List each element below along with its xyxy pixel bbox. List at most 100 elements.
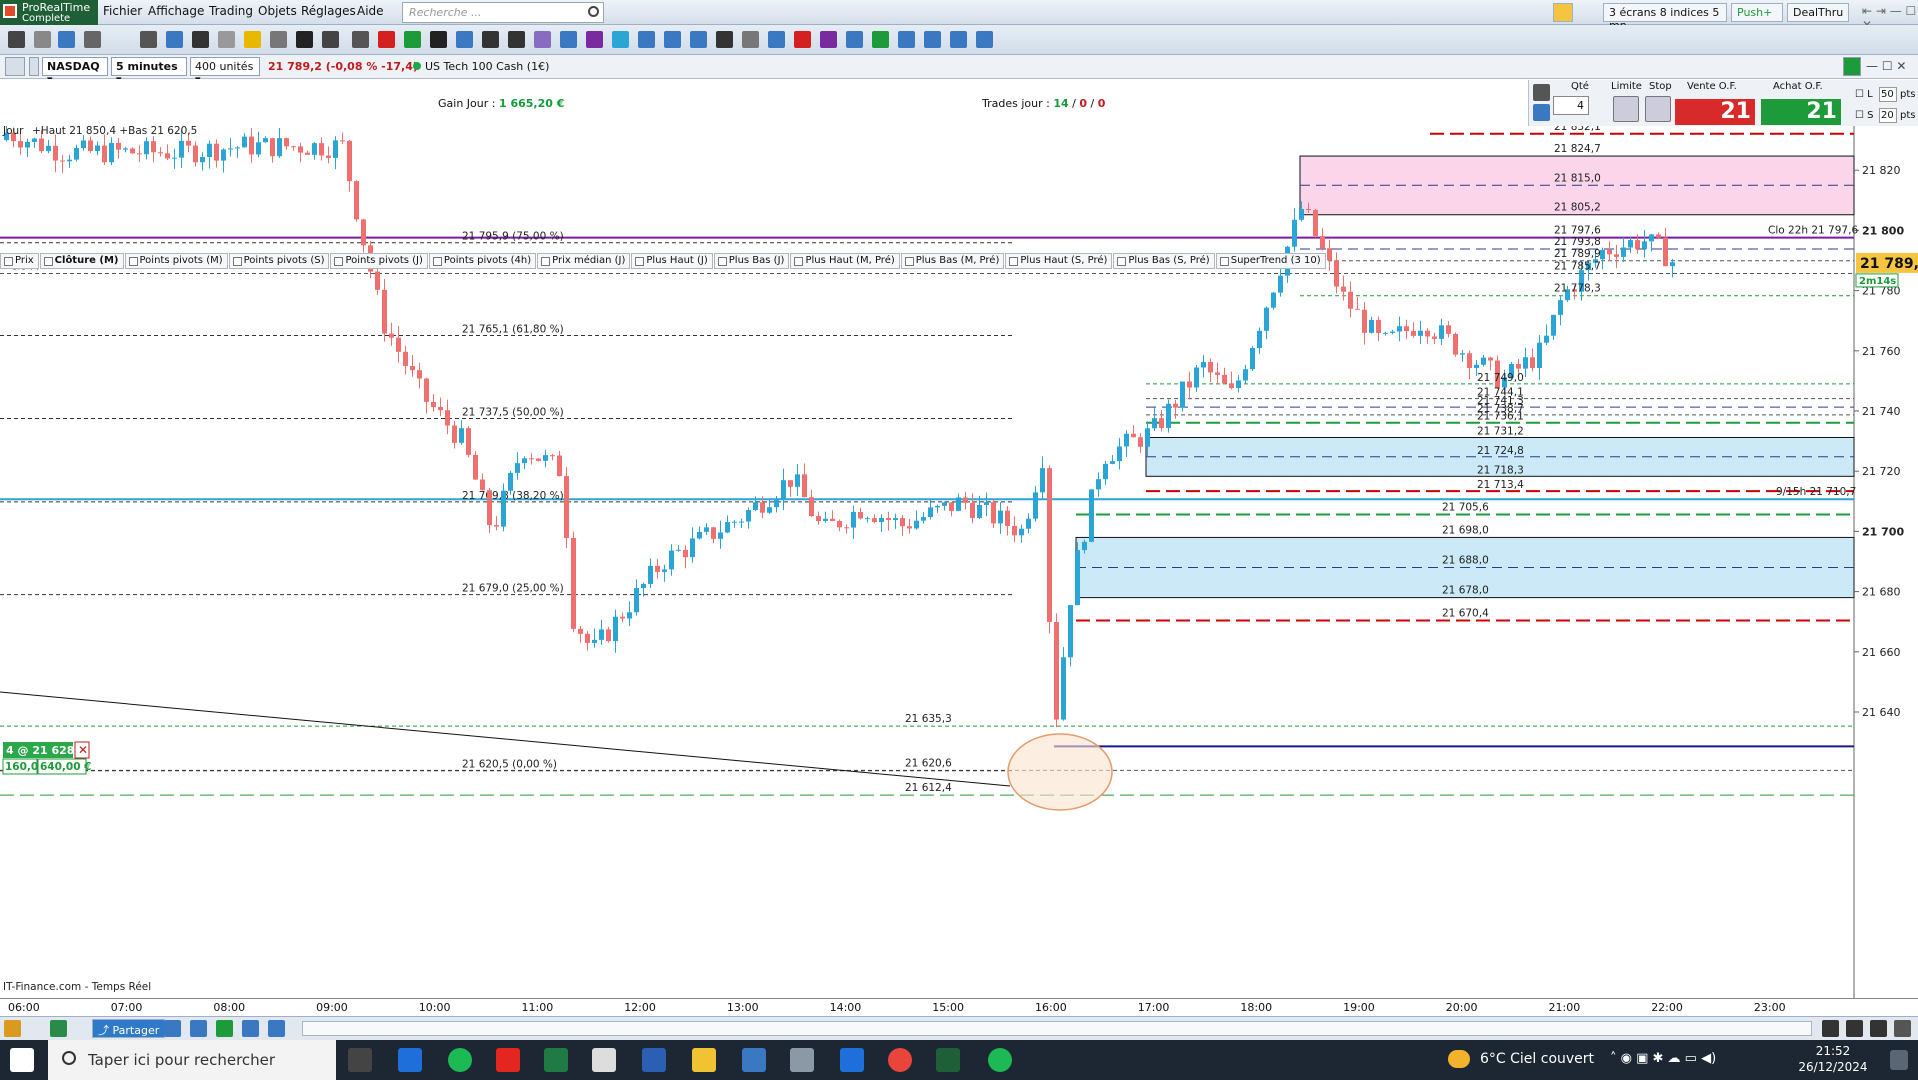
l-checkbox[interactable]: ☐ L [1855, 89, 1873, 100]
magnet-icon[interactable] [140, 31, 157, 48]
menu-aide[interactable]: Aide [357, 4, 384, 18]
trendline[interactable] [0, 691, 1011, 787]
wave-icon[interactable] [794, 31, 811, 48]
alert-icon[interactable] [1553, 3, 1573, 22]
horizontal-scrollbar[interactable] [302, 1021, 1812, 1036]
chart-type-icon[interactable] [50, 1020, 67, 1037]
layout-icon[interactable] [950, 31, 967, 48]
backtest-icon[interactable] [268, 1020, 285, 1037]
pencil-icon[interactable] [8, 31, 25, 48]
indicator-tab[interactable]: Plus Bas (S, Pré) [1113, 253, 1215, 269]
s-checkbox[interactable]: ☐ S [1855, 110, 1874, 121]
label-icon[interactable] [716, 31, 733, 48]
fibonacci-icon[interactable] [690, 31, 707, 48]
pattern-icon[interactable] [768, 31, 785, 48]
copy-icon[interactable] [218, 31, 235, 48]
arrow-right-icon[interactable] [430, 31, 447, 48]
highlight-ellipse[interactable] [1007, 733, 1113, 811]
indicator-tab[interactable]: Points pivots (J) [330, 253, 428, 269]
menu-objets[interactable]: Objets [258, 4, 297, 18]
sync-icon[interactable] [1843, 57, 1861, 76]
limit-button[interactable] [1613, 96, 1639, 122]
fan-icon[interactable] [560, 31, 577, 48]
box-icon[interactable] [924, 31, 941, 48]
indicator-tab[interactable]: SuperTrend (3 10) [1215, 253, 1326, 269]
trendline-icon[interactable] [352, 31, 369, 48]
price-chart[interactable]: 21 795,9 (75,00 %) 21 765,1 (61,80 %) 21 7… [0, 104, 1918, 998]
indicator-tab[interactable]: Prix médian (J) [537, 253, 631, 269]
screens-selector[interactable]: 3 écrans 8 indices 5 mn [1603, 3, 1727, 32]
task-view-icon[interactable] [348, 1048, 372, 1072]
menu-reglages[interactable]: Réglages [301, 4, 356, 18]
share-button[interactable]: ⤴ Partager [92, 1019, 166, 1038]
taskbar-clock[interactable]: 21:52 26/12/2024 [1788, 1043, 1878, 1075]
arrow-up-icon[interactable] [404, 31, 421, 48]
dealthru-button[interactable]: DealThru [1787, 3, 1849, 22]
tray-icons[interactable]: ˄ ◉ ▣ ✱ ☁ ▭ ◀) [1610, 1051, 1716, 1066]
push-button[interactable]: Push+ [1731, 3, 1783, 22]
diagonal-icon[interactable] [508, 31, 525, 48]
probuilder-icon[interactable] [216, 1020, 233, 1037]
indicator-tab[interactable]: Points pivots (4h) [428, 253, 537, 269]
screener-icon[interactable] [242, 1020, 259, 1037]
timeframe-select[interactable]: 5 minutes ▾ [111, 57, 187, 86]
rectangle-icon[interactable] [638, 31, 655, 48]
menu-affichage[interactable]: Affichage [148, 4, 204, 18]
line-icon[interactable] [296, 31, 313, 48]
indicator-tab[interactable]: Clôture (M) [39, 253, 124, 269]
crosshair-icon[interactable] [166, 31, 183, 48]
ruler-icon[interactable] [84, 31, 101, 48]
stop-button[interactable] [1645, 96, 1671, 122]
folder-icon[interactable] [692, 1048, 716, 1072]
arrow-down-icon[interactable] [378, 31, 395, 48]
search-icon[interactable] [588, 6, 599, 17]
draw-tools-icon[interactable] [4, 1020, 21, 1037]
fibo-icon[interactable] [534, 31, 551, 48]
indicator-tab[interactable]: Plus Haut (J) [631, 253, 713, 269]
trash-icon[interactable] [270, 31, 287, 48]
s-pts-input[interactable]: 20 [1879, 108, 1897, 123]
zoom-fit-icon[interactable] [1822, 1020, 1839, 1037]
zone-icon[interactable] [664, 31, 681, 48]
indicator-tab[interactable]: Plus Haut (M, Pré) [790, 253, 900, 269]
menu-trading[interactable]: Trading [209, 4, 253, 18]
units-select[interactable]: 400 unités ▾ [190, 57, 260, 86]
indicator-tab[interactable]: Plus Haut (S, Pré) [1005, 253, 1113, 269]
indicator-tab[interactable]: Plus Bas (J) [713, 253, 790, 269]
segment-icon[interactable] [322, 31, 339, 48]
zoom-out-icon[interactable] [1846, 1020, 1863, 1037]
ig-icon[interactable] [496, 1048, 520, 1072]
link-icon[interactable] [5, 57, 25, 76]
buy-button[interactable]: 21 789,7 [1761, 99, 1841, 150]
qty-input[interactable]: 4 [1553, 96, 1589, 115]
blue-line-icon[interactable] [612, 31, 629, 48]
menu-fichier[interactable]: Fichier [103, 4, 142, 18]
word-icon[interactable] [642, 1048, 666, 1072]
cycle-icon[interactable] [846, 31, 863, 48]
cursor-icon[interactable] [34, 31, 51, 48]
market-select[interactable]: NASDAQ ▾ [42, 57, 108, 86]
calculator-icon[interactable] [742, 1048, 766, 1072]
app-store-icon[interactable] [398, 1048, 422, 1072]
taskbar-search[interactable]: Taper ici pour rechercher [48, 1040, 336, 1080]
text-icon[interactable] [192, 31, 209, 48]
gann-icon[interactable] [898, 31, 915, 48]
add-chart-icon[interactable] [164, 1020, 181, 1037]
excel-icon[interactable] [544, 1048, 568, 1072]
measure-icon[interactable] [742, 31, 759, 48]
search-input[interactable]: Recherche ... [402, 2, 604, 23]
chart-window-controls-icon[interactable]: — ☐ ✕ [1866, 59, 1906, 73]
indicator-tab[interactable]: Plus Bas (M, Pré) [900, 253, 1005, 269]
spotify-taskbar-icon[interactable] [988, 1048, 1012, 1072]
bell-icon[interactable] [244, 31, 261, 48]
prorealtime-taskbar-icon[interactable] [936, 1048, 960, 1072]
chart-settings-icon[interactable] [1894, 1020, 1911, 1037]
windows-start-icon[interactable] [10, 1048, 34, 1072]
detach-icon[interactable] [29, 57, 39, 76]
teamviewer-icon[interactable] [840, 1048, 864, 1072]
l-pts-input[interactable]: 50 [1879, 87, 1897, 102]
projection-icon[interactable] [872, 31, 889, 48]
keyboard-icon[interactable] [1533, 104, 1550, 121]
sell-button[interactable]: 21 788,6 [1675, 99, 1755, 150]
indicators-icon[interactable] [190, 1020, 207, 1037]
